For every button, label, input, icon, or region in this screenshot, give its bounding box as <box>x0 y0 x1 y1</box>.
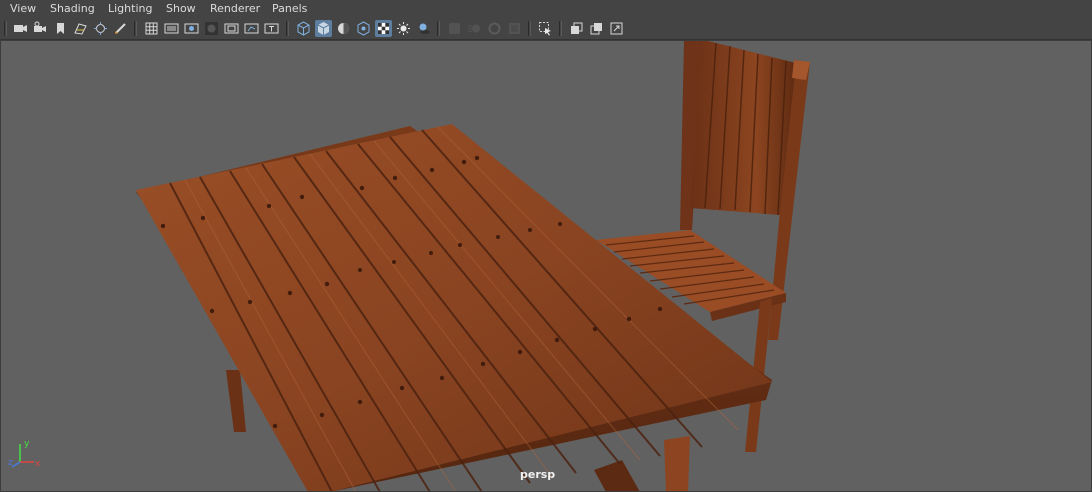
image-plane-icon[interactable] <box>72 20 89 37</box>
camera-attributes-icon[interactable] <box>32 20 49 37</box>
gate-mask-icon[interactable] <box>203 20 220 37</box>
depth-of-field-icon[interactable] <box>506 20 523 37</box>
axis-z-label: z <box>8 458 13 468</box>
shadows-icon[interactable] <box>415 20 432 37</box>
resolution-gate-icon[interactable] <box>183 20 200 37</box>
toolbar-separator <box>286 21 289 36</box>
menu-panels[interactable]: Panels <box>272 2 307 16</box>
wireframe-icon[interactable] <box>295 20 312 37</box>
grid-icon[interactable] <box>143 20 160 37</box>
toolbar-separator <box>134 21 137 36</box>
screen-space-ao-icon[interactable] <box>446 20 463 37</box>
bookmark-icon[interactable] <box>52 20 69 37</box>
menu-lighting[interactable]: Lighting <box>108 2 152 16</box>
camera-name-label: persp <box>520 468 556 481</box>
two-views-icon[interactable] <box>588 20 605 37</box>
camera-icon[interactable] <box>12 20 29 37</box>
isolate-select-icon[interactable] <box>355 20 372 37</box>
field-chart-icon[interactable] <box>223 20 240 37</box>
menu-renderer[interactable]: Renderer <box>210 2 260 16</box>
maya-viewport-panel: View Shading Lighting Show Renderer Pane… <box>0 0 1092 492</box>
panel-toolbar <box>0 18 1092 40</box>
3d-viewport[interactable]: y x z persp <box>0 40 1092 492</box>
scene-render <box>136 40 810 492</box>
lighting-icon[interactable] <box>395 20 412 37</box>
panel-menu-bar: View Shading Lighting Show Renderer Pane… <box>0 0 1092 18</box>
table[interactable] <box>136 124 772 492</box>
menu-show[interactable]: Show <box>166 2 196 16</box>
view-axis-gizmo: y x z <box>6 436 46 480</box>
toolbar-separator <box>528 21 531 36</box>
select-camera-icon[interactable] <box>537 20 554 37</box>
menu-view[interactable]: View <box>10 2 36 16</box>
toolbar-separator <box>437 21 440 36</box>
textured-icon[interactable] <box>375 20 392 37</box>
single-view-icon[interactable] <box>568 20 585 37</box>
default-material-icon[interactable] <box>335 20 352 37</box>
grease-pencil-icon[interactable] <box>112 20 129 37</box>
axis-x-label: x <box>35 459 41 469</box>
motion-blur-icon[interactable] <box>466 20 483 37</box>
menu-shading[interactable]: Shading <box>50 2 95 16</box>
smooth-shade-icon[interactable] <box>315 20 332 37</box>
anti-aliasing-icon[interactable] <box>486 20 503 37</box>
expand-icon[interactable] <box>608 20 625 37</box>
safe-title-icon[interactable] <box>263 20 280 37</box>
safe-action-icon[interactable] <box>243 20 260 37</box>
film-gate-icon[interactable] <box>163 20 180 37</box>
toolbar-separator <box>559 21 562 36</box>
axis-y-label: y <box>24 439 30 449</box>
toolbar-separator <box>4 21 7 36</box>
2d-pan-zoom-icon[interactable] <box>92 20 109 37</box>
